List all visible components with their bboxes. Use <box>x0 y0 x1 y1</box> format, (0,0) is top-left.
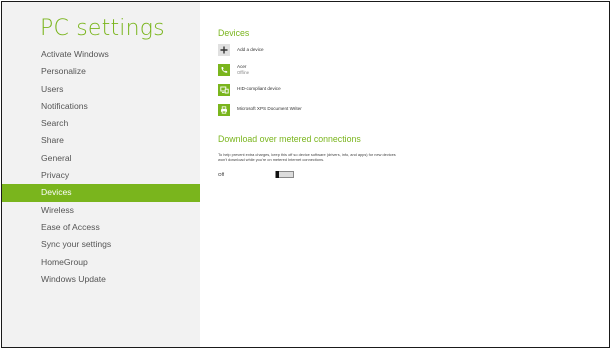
sidebar-item-activate-windows[interactable]: Activate Windows <box>2 46 200 63</box>
devices-heading: Devices <box>218 28 250 38</box>
sidebar-nav: Activate Windows Personalize Users Notif… <box>2 46 200 288</box>
main-content: Devices Add a device Acer Offline HID-co… <box>201 2 609 347</box>
sidebar-item-privacy[interactable]: Privacy <box>2 167 200 184</box>
metered-toggle[interactable] <box>275 171 294 178</box>
device-status: Offline <box>237 70 250 75</box>
device-name: Acer <box>237 64 247 69</box>
metered-toggle-state: Off <box>218 172 225 177</box>
plus-icon <box>218 44 230 56</box>
sidebar-item-windows-update[interactable]: Windows Update <box>2 271 200 288</box>
device-name: Microsoft XPS Document Writer <box>237 106 302 111</box>
sidebar-item-personalize[interactable]: Personalize <box>2 63 200 80</box>
sidebar-item-wireless[interactable]: Wireless <box>2 202 200 219</box>
sidebar-item-general[interactable]: General <box>2 150 200 167</box>
sidebar-item-devices[interactable]: Devices <box>2 184 200 202</box>
sidebar: PC settings Activate Windows Personalize… <box>2 2 200 347</box>
metered-description: To help prevent extra charges, keep this… <box>218 152 396 162</box>
phone-icon <box>218 64 230 76</box>
sidebar-item-search[interactable]: Search <box>2 115 200 132</box>
pc-settings-window: PC settings Activate Windows Personalize… <box>1 1 610 348</box>
sidebar-item-homegroup[interactable]: HomeGroup <box>2 254 200 271</box>
hid-device-icon <box>218 84 230 96</box>
device-name: HID-compliant device <box>237 86 281 91</box>
sidebar-item-notifications[interactable]: Notifications <box>2 98 200 115</box>
add-device-label: Add a device <box>237 47 264 52</box>
sidebar-item-users[interactable]: Users <box>2 81 200 98</box>
sidebar-item-share[interactable]: Share <box>2 132 200 149</box>
toggle-thumb[interactable] <box>276 171 279 178</box>
printer-icon <box>218 104 230 116</box>
metered-heading: Download over metered connections <box>218 134 361 144</box>
sidebar-item-sync-your-settings[interactable]: Sync your settings <box>2 236 200 253</box>
sidebar-item-ease-of-access[interactable]: Ease of Access <box>2 219 200 236</box>
sidebar-title: PC settings <box>40 16 165 41</box>
